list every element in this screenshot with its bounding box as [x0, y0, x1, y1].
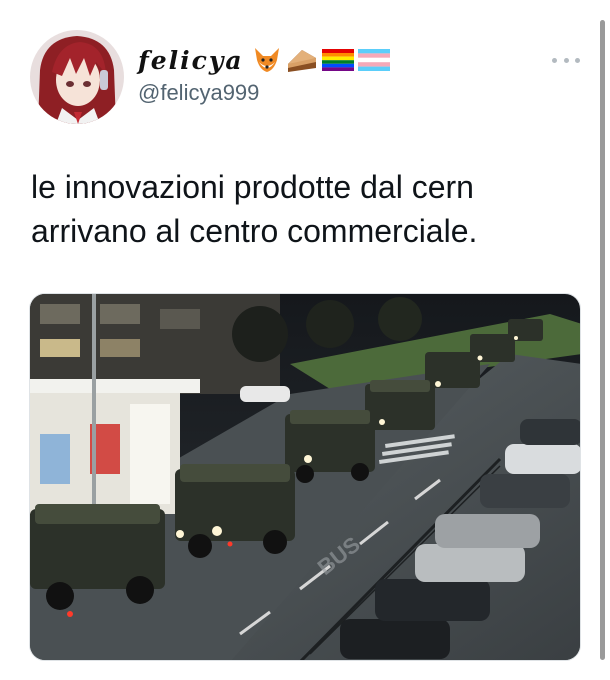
- display-name-row: felicya: [138, 44, 390, 76]
- transgender-flag-icon: [357, 49, 390, 71]
- dot: [552, 57, 557, 63]
- avatar[interactable]: [30, 30, 124, 124]
- scrollbar[interactable]: [600, 20, 605, 660]
- pride-flag-icon: [321, 49, 354, 71]
- tweet-text: le innovazioni prodotte dal cern arrivan…: [31, 169, 478, 249]
- avatar-image: [30, 30, 124, 124]
- dot: [563, 57, 569, 63]
- tweet-media-photo[interactable]: BUS: [29, 293, 581, 661]
- fox-face-icon: [254, 48, 279, 72]
- more-options-icon[interactable]: [552, 50, 580, 70]
- user-handle[interactable]: @felicya999: [138, 80, 259, 106]
- display-name[interactable]: felicya: [138, 46, 244, 75]
- pie-slice-icon: [287, 50, 316, 72]
- name-emojis: [252, 46, 390, 74]
- military-trucks-photo: BUS: [30, 294, 580, 660]
- tweet-card: felicya @felicya999 le innovazioni prodo…: [0, 0, 610, 680]
- dot: [575, 57, 580, 63]
